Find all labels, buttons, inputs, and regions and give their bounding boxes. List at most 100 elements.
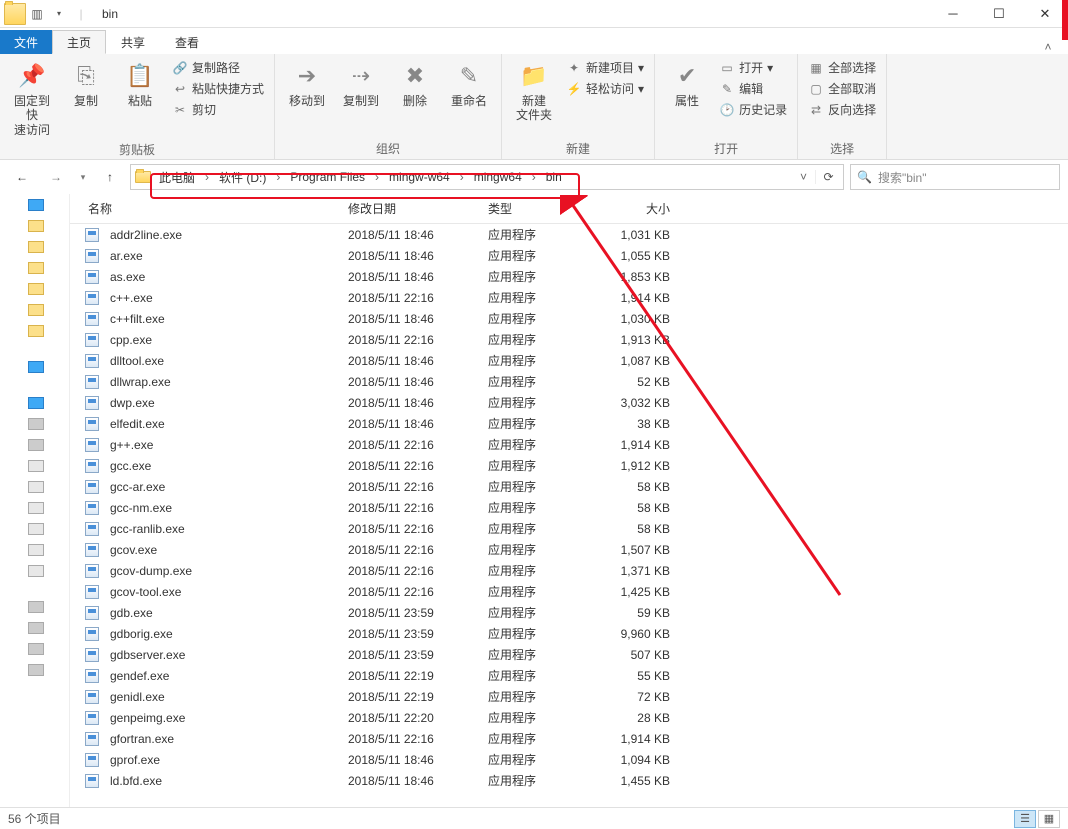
open-button[interactable]: ▭打开 ▾	[717, 58, 789, 77]
moveto-button[interactable]: ➔移动到	[283, 58, 331, 110]
file-date: 2018/5/11 22:16	[344, 291, 484, 305]
refresh-button[interactable]: ⟳	[815, 170, 841, 184]
chevron-right-icon[interactable]: ›	[272, 170, 284, 184]
search-input[interactable]: 🔍 搜索"bin"	[850, 164, 1060, 190]
nav-row: ← → ▾ ↑ 此电脑›软件 (D:)›Program Files›mingw-…	[0, 160, 1068, 194]
table-row[interactable]: genpeimg.exe2018/5/11 22:20应用程序28 KB	[70, 707, 1068, 728]
breadcrumb-item[interactable]: Program Files	[284, 165, 371, 189]
qat-prop-icon[interactable]: ▥	[26, 3, 48, 25]
view-large-icon[interactable]: ▦	[1038, 810, 1060, 828]
history-button[interactable]: 🕑历史记录	[717, 100, 789, 119]
file-list[interactable]: addr2line.exe2018/5/11 18:46应用程序1,031 KB…	[70, 224, 1068, 807]
ribbon-toggle-icon[interactable]: ˄	[1028, 40, 1068, 54]
table-row[interactable]: gdbserver.exe2018/5/11 23:59应用程序507 KB	[70, 644, 1068, 665]
paste-button[interactable]: 📋粘贴	[116, 58, 164, 110]
table-row[interactable]: gdb.exe2018/5/11 23:59应用程序59 KB	[70, 602, 1068, 623]
back-button[interactable]: ←	[8, 164, 36, 190]
addr-dropdown-icon[interactable]: ˅	[792, 170, 815, 184]
table-row[interactable]: addr2line.exe2018/5/11 18:46应用程序1,031 KB	[70, 224, 1068, 245]
file-type: 应用程序	[484, 667, 594, 684]
file-type: 应用程序	[484, 247, 594, 264]
table-row[interactable]: cpp.exe2018/5/11 22:16应用程序1,913 KB	[70, 329, 1068, 350]
col-size[interactable]: 大小	[594, 200, 674, 217]
table-row[interactable]: gcov.exe2018/5/11 22:16应用程序1,507 KB	[70, 539, 1068, 560]
copy-button[interactable]: ⎘复制	[62, 58, 110, 110]
breadcrumb-item[interactable]: mingw-w64	[383, 165, 456, 189]
pin-quickaccess-button[interactable]: 📌固定到快 速访问	[8, 58, 56, 139]
up-button[interactable]: ↑	[96, 164, 124, 190]
table-row[interactable]: c++filt.exe2018/5/11 18:46应用程序1,030 KB	[70, 308, 1068, 329]
select-none-button[interactable]: ▢全部取消	[806, 79, 878, 98]
chevron-right-icon[interactable]: ›	[456, 170, 468, 184]
file-type: 应用程序	[484, 604, 594, 621]
table-row[interactable]: elfedit.exe2018/5/11 18:46应用程序38 KB	[70, 413, 1068, 434]
addr-folder-icon	[133, 171, 153, 183]
table-row[interactable]: g++.exe2018/5/11 22:16应用程序1,914 KB	[70, 434, 1068, 455]
file-size: 58 KB	[594, 480, 674, 494]
rename-button[interactable]: ✎重命名	[445, 58, 493, 110]
properties-button[interactable]: ✔属性	[663, 58, 711, 110]
table-row[interactable]: ar.exe2018/5/11 18:46应用程序1,055 KB	[70, 245, 1068, 266]
view-details-icon[interactable]: ☰	[1014, 810, 1036, 828]
new-item-button[interactable]: ✦新建项目 ▾	[564, 58, 646, 77]
navigation-pane[interactable]	[0, 194, 70, 807]
table-row[interactable]: dlltool.exe2018/5/11 18:46应用程序1,087 KB	[70, 350, 1068, 371]
paste-shortcut-button[interactable]: ↩粘贴快捷方式	[170, 79, 266, 98]
col-type[interactable]: 类型	[484, 200, 594, 217]
table-row[interactable]: dllwrap.exe2018/5/11 18:46应用程序52 KB	[70, 371, 1068, 392]
copyto-button[interactable]: ⇢复制到	[337, 58, 385, 110]
table-row[interactable]: dwp.exe2018/5/11 18:46应用程序3,032 KB	[70, 392, 1068, 413]
recent-dropdown-icon[interactable]: ▾	[76, 164, 90, 190]
copy-path-button[interactable]: 🔗复制路径	[170, 58, 266, 77]
breadcrumb-item[interactable]: 此电脑	[153, 165, 201, 189]
table-row[interactable]: gendef.exe2018/5/11 22:19应用程序55 KB	[70, 665, 1068, 686]
tab-view[interactable]: 查看	[160, 30, 214, 54]
table-row[interactable]: gcc-ar.exe2018/5/11 22:16应用程序58 KB	[70, 476, 1068, 497]
table-row[interactable]: ld.bfd.exe2018/5/11 18:46应用程序1,455 KB	[70, 770, 1068, 791]
maximize-button[interactable]: ☐	[976, 0, 1022, 28]
table-row[interactable]: gcov-dump.exe2018/5/11 22:16应用程序1,371 KB	[70, 560, 1068, 581]
file-size: 1,371 KB	[594, 564, 674, 578]
forward-button[interactable]: →	[42, 164, 70, 190]
table-row[interactable]: genidl.exe2018/5/11 22:19应用程序72 KB	[70, 686, 1068, 707]
table-row[interactable]: gcc-nm.exe2018/5/11 22:16应用程序58 KB	[70, 497, 1068, 518]
table-row[interactable]: as.exe2018/5/11 18:46应用程序1,853 KB	[70, 266, 1068, 287]
table-row[interactable]: gcov-tool.exe2018/5/11 22:16应用程序1,425 KB	[70, 581, 1068, 602]
group-new: 📁新建 文件夹 ✦新建项目 ▾ ⚡轻松访问 ▾ 新建	[502, 54, 655, 159]
file-date: 2018/5/11 22:16	[344, 333, 484, 347]
breadcrumb-item[interactable]: bin	[540, 165, 568, 189]
chevron-right-icon[interactable]: ›	[528, 170, 540, 184]
minimize-button[interactable]: ─	[930, 0, 976, 28]
breadcrumb-item[interactable]: 软件 (D:)	[213, 165, 272, 189]
table-row[interactable]: gdborig.exe2018/5/11 23:59应用程序9,960 KB	[70, 623, 1068, 644]
breadcrumb-item[interactable]: mingw64	[468, 165, 528, 189]
edit-button[interactable]: ✎编辑	[717, 79, 789, 98]
col-name[interactable]: 名称	[84, 200, 344, 217]
qat-dropdown-icon[interactable]: ▾	[48, 3, 70, 25]
chevron-right-icon[interactable]: ›	[201, 170, 213, 184]
new-folder-button[interactable]: 📁新建 文件夹	[510, 58, 558, 125]
tab-file[interactable]: 文件	[0, 30, 52, 54]
file-type: 应用程序	[484, 373, 594, 390]
table-row[interactable]: gcc.exe2018/5/11 22:16应用程序1,912 KB	[70, 455, 1068, 476]
address-bar[interactable]: 此电脑›软件 (D:)›Program Files›mingw-w64›ming…	[130, 164, 844, 190]
delete-button[interactable]: ✖删除	[391, 58, 439, 110]
invert-selection-button[interactable]: ⇄反向选择	[806, 100, 878, 119]
column-headers[interactable]: 名称 修改日期 类型 大小	[70, 194, 1068, 224]
file-size: 507 KB	[594, 648, 674, 662]
table-row[interactable]: c++.exe2018/5/11 22:16应用程序1,914 KB	[70, 287, 1068, 308]
file-size: 1,031 KB	[594, 228, 674, 242]
table-row[interactable]: gprof.exe2018/5/11 18:46应用程序1,094 KB	[70, 749, 1068, 770]
file-name: gcov-dump.exe	[106, 564, 344, 578]
exe-icon	[84, 647, 100, 663]
exe-icon	[84, 395, 100, 411]
table-row[interactable]: gcc-ranlib.exe2018/5/11 22:16应用程序58 KB	[70, 518, 1068, 539]
select-all-button[interactable]: ▦全部选择	[806, 58, 878, 77]
cut-button[interactable]: ✂剪切	[170, 100, 266, 119]
tab-home[interactable]: 主页	[52, 30, 106, 54]
tab-share[interactable]: 共享	[106, 30, 160, 54]
chevron-right-icon[interactable]: ›	[371, 170, 383, 184]
easy-access-button[interactable]: ⚡轻松访问 ▾	[564, 79, 646, 98]
table-row[interactable]: gfortran.exe2018/5/11 22:16应用程序1,914 KB	[70, 728, 1068, 749]
col-date[interactable]: 修改日期	[344, 200, 484, 217]
